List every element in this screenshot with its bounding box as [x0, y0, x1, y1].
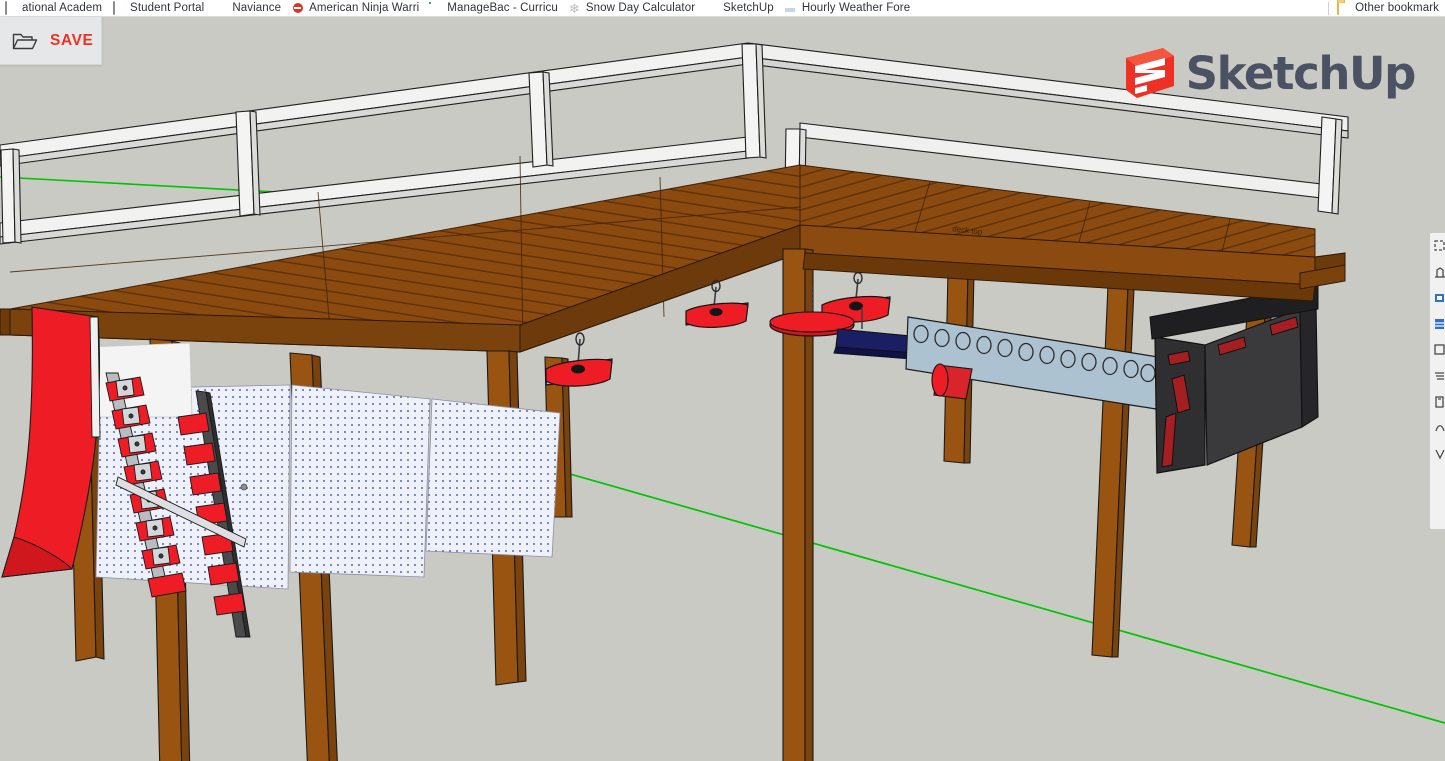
save-button[interactable]: SAVE	[50, 32, 93, 50]
bookmark-bar-divider	[1328, 1, 1330, 15]
weather-channel-icon	[784, 2, 797, 15]
bookmark-item-1[interactable]: Student Portal	[108, 0, 210, 16]
other-bookmarks-label: Other bookmark	[1355, 2, 1439, 14]
bookmark-item-5[interactable]: ❄ Snow Day Calculator	[564, 0, 701, 16]
materials-icon[interactable]	[1433, 265, 1445, 281]
styles-icon[interactable]	[1433, 291, 1445, 307]
panel-grommet	[240, 483, 248, 491]
bookmark-label: ational Academ	[22, 2, 103, 14]
save-toolbar[interactable]: SAVE	[0, 17, 102, 65]
bookmark-item-6[interactable]: SketchUp	[701, 0, 780, 16]
bookmark-label: SketchUp	[723, 2, 774, 14]
shadows-icon[interactable]	[1433, 369, 1445, 385]
folder-icon	[1337, 0, 1350, 15]
page-icon	[112, 0, 125, 15]
bookmark-label: Naviance	[232, 2, 282, 14]
right-tool-panel[interactable]	[1429, 232, 1445, 530]
scenes-icon[interactable]	[1433, 343, 1445, 359]
bookmark-label: Student Portal	[130, 2, 205, 14]
safety-mesh-panel	[289, 384, 431, 578]
sketchup-web-app: deck top ational Academ Student Portal N…	[0, 0, 1445, 761]
page-icon	[4, 0, 17, 15]
model-canvas[interactable]: deck top	[0, 17, 1445, 761]
fog-icon[interactable]	[1433, 395, 1445, 411]
bookmark-item-0[interactable]: ational Academ	[0, 0, 108, 16]
browser-bookmarks-bar[interactable]: ational Academ Student Portal Naviance A…	[0, 0, 1445, 17]
bookmark-item-7[interactable]: Hourly Weather Fore	[780, 0, 916, 16]
soften-edges-icon[interactable]	[1433, 421, 1445, 437]
bookmark-item-4[interactable]: ManageBac - Curricu	[425, 0, 564, 16]
snowflake-icon: ❄	[568, 0, 580, 16]
bookmark-item-2[interactable]: Naviance	[210, 0, 287, 16]
sketchup-icon	[705, 2, 718, 15]
instructor-icon[interactable]	[1433, 447, 1445, 463]
bookmark-label: American Ninja Warri	[309, 2, 420, 14]
safety-mesh-panel	[425, 398, 561, 558]
components-icon[interactable]	[1433, 239, 1445, 255]
roller-bar-red	[931, 363, 973, 400]
bookmark-label: ManageBac - Curricu	[447, 2, 558, 14]
swing-seat-hole	[571, 364, 585, 374]
bookmark-label: Snow Day Calculator	[585, 2, 696, 14]
american-ninja-warrior-icon	[291, 2, 304, 15]
managebac-icon	[429, 2, 442, 15]
bookmark-item-3[interactable]: American Ninja Warri	[287, 0, 425, 16]
folder-open-icon[interactable]	[12, 31, 38, 51]
model-viewport[interactable]: deck top	[0, 17, 1445, 761]
naviance-icon	[214, 2, 227, 15]
other-bookmarks-button[interactable]: Other bookmark	[1333, 0, 1445, 16]
layers-icon[interactable]	[1433, 317, 1445, 333]
bookmark-label: Hourly Weather Fore	[801, 2, 911, 14]
